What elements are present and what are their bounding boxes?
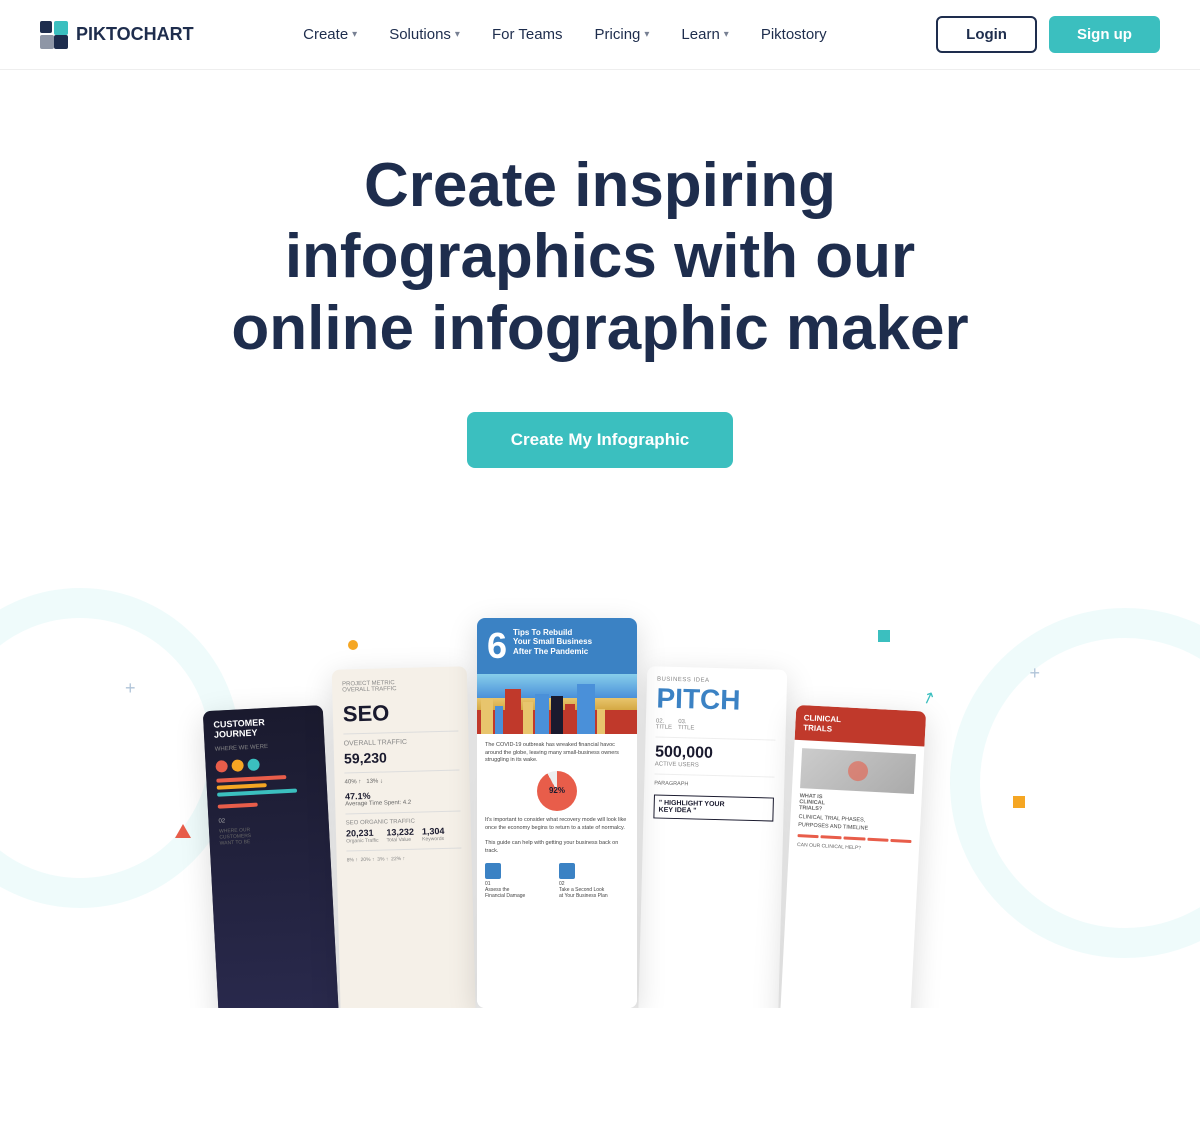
cta-button[interactable]: Create My Infographic [467,412,734,468]
login-button[interactable]: Login [936,16,1037,53]
logo-text: PIKTOCHART [76,24,194,45]
card-clinical-body: WHAT ISCLINICALTRIALS? CLINICAL TRIAL PH… [789,740,925,862]
card-seo: PROJECT METRICOVERALL TRAFFIC SEO OVERAL… [332,666,476,1008]
card-tips-number: 6 [487,628,507,664]
hero-section: Create inspiring infographics with our o… [0,70,1200,508]
square-decoration [1013,796,1025,808]
card-customer-journey: CUSTOMERjourney WHERE WE WERE 02 WHERE O… [203,705,340,1008]
nav-links: Create ▾ Solutions ▾ For Teams Pricing ▾… [289,18,841,51]
plus-decoration-right: + [1029,663,1040,684]
card-pitch-title: PITCH [656,684,777,715]
card-seo-title: SEO [343,698,459,727]
card-clinical-text: CLINICAL TRIAL PHASES,PURPOSES AND TIMEL… [798,814,913,835]
chevron-down-icon: ▾ [455,29,460,40]
card-seo-label: PROJECT METRICOVERALL TRAFFIC [342,678,457,693]
showcase-section: + + ↗ CUSTOMERjourney WHERE WE WERE 02 [0,568,1200,1008]
nav-item-forteams[interactable]: For Teams [478,18,577,51]
plus-decoration-left: + [125,678,136,699]
card-tips-circle-stat: 92% [537,771,577,811]
card-clinical: CLINICALTRIALS WHAT ISCLINICALTRIALS? CL… [780,705,927,1008]
triangle-decoration [175,824,191,838]
chevron-down-icon: ▾ [724,29,729,40]
card-seo-stat: 59,230 [344,747,459,766]
nav-item-piktostory[interactable]: Piktostory [747,18,841,51]
card-customer-title: CUSTOMERjourney [213,715,314,740]
nav-item-create[interactable]: Create ▾ [289,18,371,51]
nav-label-solutions: Solutions [389,26,451,43]
card-customer-sub: WHERE WE WERE [215,741,315,752]
card-pitch-description: PARAGRAPH [654,780,774,789]
chevron-down-icon: ▾ [644,29,649,40]
cards-container: CUSTOMERjourney WHERE WE WERE 02 WHERE O… [210,618,990,1008]
hero-title: Create inspiring infographics with our o… [225,150,975,364]
logo[interactable]: PIKTOCHART [40,21,194,49]
card-clinical-subtitle: WHAT ISCLINICALTRIALS? [799,793,914,817]
nav-item-pricing[interactable]: Pricing ▾ [581,18,664,51]
card-pitch-stats-row: 02.TITLE 03.TITLE [656,718,776,733]
chevron-down-icon: ▾ [352,29,357,40]
card-clinical-image [800,748,916,794]
signup-button[interactable]: Sign up [1049,16,1160,53]
nav-label-pricing: Pricing [595,26,641,43]
card-tips-body: The COVID-19 outbreak has wreaked financ… [477,734,637,908]
nav-label-create: Create [303,26,348,43]
card-tips-text-1: The COVID-19 outbreak has wreaked financ… [485,742,629,765]
card-customer-icons [215,755,315,772]
card-tips-city-illustration [477,674,637,734]
navigation: PIKTOCHART Create ▾ Solutions ▾ For Team… [0,0,1200,70]
card-pitch-quote: " HIGHLIGHT YOURKEY IDEA " [653,794,774,821]
card-tips-steps: 01Assess theFinancial Damage 02Take a Se… [485,863,629,899]
card-tips: 6 Tips To RebuildYour Small BusinessAfte… [477,618,637,1008]
logo-icon [40,21,68,49]
card-tips-header: 6 Tips To RebuildYour Small BusinessAfte… [477,618,637,674]
nav-item-solutions[interactable]: Solutions ▾ [375,18,474,51]
card-tips-text-2: It's important to consider what recovery… [485,817,629,855]
card-pitch: BUSINESS IDEA PITCH 02.TITLE 03.TITLE 50… [638,666,787,1008]
nav-label-piktostory: Piktostory [761,26,827,43]
nav-label-forteams: For Teams [492,26,563,43]
card-tips-title: Tips To RebuildYour Small BusinessAfter … [513,628,592,657]
nav-label-learn: Learn [681,26,719,43]
card-clinical-bars [798,833,912,842]
nav-item-learn[interactable]: Learn ▾ [667,18,742,51]
card-clinical-title: CLINICALTRIALS [803,713,918,738]
nav-actions: Login Sign up [936,16,1160,53]
card-clinical-help: CAN OUR CLINICAL HELP? [797,841,911,853]
